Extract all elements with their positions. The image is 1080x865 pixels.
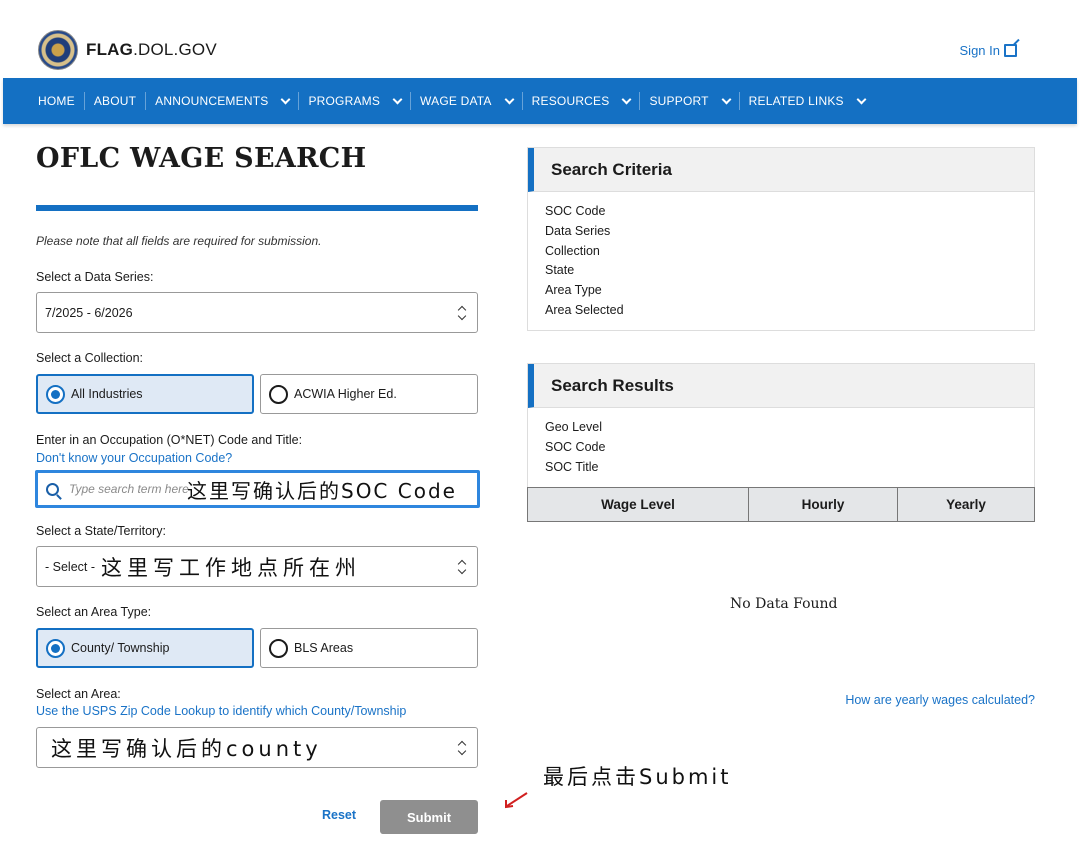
radio-label: All Industries	[71, 387, 143, 401]
search-results-panel: Search Results Geo Level SOC Code SOC Ti…	[527, 363, 1035, 487]
yearly-wages-link[interactable]: How are yearly wages calculated?	[845, 693, 1035, 707]
data-series-select[interactable]: 7/2025 - 6/2026	[36, 292, 478, 333]
search-icon	[46, 482, 59, 496]
state-value: - Select -	[45, 559, 96, 574]
criteria-item: Area Type	[545, 283, 602, 298]
chevron-down-icon	[280, 94, 291, 104]
select-arrows-icon	[458, 741, 466, 755]
collection-all-industries-radio[interactable]: All Industries	[36, 374, 254, 414]
criteria-item: Area Selected	[545, 302, 624, 317]
select-arrows-icon	[458, 560, 466, 574]
soc-annotation: 这里写确认后的SOC Code	[187, 478, 457, 503]
sign-in-link[interactable]: Sign In	[960, 43, 1017, 58]
search-criteria-title: Search Criteria	[528, 148, 1034, 192]
chevron-down-icon	[504, 94, 515, 104]
chevron-down-icon	[856, 94, 867, 104]
search-criteria-list: SOC Code Data Series Collection State Ar…	[528, 192, 1034, 321]
state-label: Select a State/Territory:	[36, 524, 166, 538]
occupation-search-box[interactable]: 这里写确认后的SOC Code	[35, 470, 480, 508]
nav-about[interactable]: ABOUT	[85, 92, 147, 110]
nav-label: ABOUT	[93, 94, 137, 108]
area-label: Select an Area:	[36, 687, 121, 701]
zip-lookup-link[interactable]: Use the USPS Zip Code Lookup to identify…	[36, 704, 406, 718]
data-series-label: Select a Data Series:	[36, 270, 154, 284]
nav-label: RESOURCES	[531, 94, 610, 108]
result-item: SOC Title	[545, 459, 599, 474]
submit-button[interactable]: Submit	[380, 800, 478, 834]
nav-programs[interactable]: PROGRAMS	[299, 92, 412, 110]
radio-label: County/ Township	[71, 641, 170, 655]
data-series-value: 7/2025 - 6/2026	[45, 305, 133, 320]
nav-label: PROGRAMS	[308, 94, 381, 108]
no-data-message: No Data Found	[730, 596, 838, 612]
occupation-search-input[interactable]	[69, 482, 189, 496]
criteria-item: State	[545, 263, 575, 278]
main-nav: HOME ABOUT ANNOUNCEMENTS PROGRAMS WAGE D…	[3, 78, 1077, 124]
collection-label: Select a Collection:	[36, 351, 144, 365]
collection-acwia-radio[interactable]: ACWIA Higher Ed.	[260, 374, 478, 414]
area-type-bls-radio[interactable]: BLS Areas	[260, 628, 478, 668]
radio-label: BLS Areas	[294, 641, 354, 655]
wage-table-header: Wage Level Hourly Yearly	[527, 487, 1035, 522]
nav-label: RELATED LINKS	[748, 94, 844, 108]
area-type-label: Select an Area Type:	[36, 605, 152, 619]
nav-label: SUPPORT	[649, 94, 709, 108]
radio-unchecked-icon	[269, 638, 288, 658]
chevron-down-icon	[392, 94, 403, 104]
nav-label: ANNOUNCEMENTS	[155, 94, 269, 108]
search-results-title: Search Results	[528, 364, 1034, 408]
sign-in-label: Sign In	[959, 43, 1000, 58]
column-header-yearly: Yearly	[946, 497, 986, 512]
nav-announcements[interactable]: ANNOUNCEMENTS	[146, 92, 300, 110]
result-item: SOC Code	[545, 439, 606, 454]
column-header-wage-level: Wage Level	[528, 488, 749, 521]
required-note: Please note that all fields are required…	[36, 234, 322, 248]
brand-bold: FLAG	[86, 40, 134, 59]
dol-seal-logo[interactable]	[38, 30, 78, 70]
county-annotation: 这里写确认后的county	[51, 736, 322, 761]
nav-resources[interactable]: RESOURCES	[523, 92, 641, 110]
nav-related-links[interactable]: RELATED LINKS	[740, 92, 874, 110]
state-annotation: 这里写工作地点所在州	[101, 555, 362, 580]
criteria-item: SOC Code	[545, 204, 606, 218]
site-brand[interactable]: FLAG.DOL.GOV	[86, 40, 217, 60]
annotation-arrow-icon	[505, 792, 528, 809]
external-link-icon	[1004, 44, 1017, 57]
radio-label: ACWIA Higher Ed.	[294, 387, 397, 401]
search-results-list: Geo Level SOC Code SOC Title	[528, 408, 1034, 477]
nav-wage-data[interactable]: WAGE DATA	[411, 92, 523, 110]
result-item: Geo Level	[545, 420, 602, 434]
occupation-label: Enter in an Occupation (O*NET) Code and …	[36, 433, 303, 447]
radio-unchecked-icon	[269, 384, 288, 404]
site-header: FLAG.DOL.GOV Sign In	[0, 0, 1080, 78]
state-select[interactable]: - Select - 这里写工作地点所在州	[36, 546, 478, 587]
nav-home[interactable]: HOME	[30, 92, 85, 110]
title-divider	[36, 205, 478, 211]
column-header-hourly: Hourly	[749, 488, 898, 521]
area-type-county-radio[interactable]: County/ Township	[36, 628, 254, 668]
area-select[interactable]: 这里写确认后的county	[36, 727, 478, 768]
criteria-item: Data Series	[545, 223, 611, 238]
brand-rest: .DOL.GOV	[133, 40, 217, 59]
submit-annotation: 最后点击Submit	[543, 765, 732, 789]
nav-label: HOME	[38, 94, 75, 108]
radio-checked-icon	[46, 384, 65, 404]
reset-button[interactable]: Reset	[322, 808, 356, 822]
nav-support[interactable]: SUPPORT	[640, 92, 740, 110]
criteria-item: Collection	[545, 243, 600, 258]
search-criteria-panel: Search Criteria SOC Code Data Series Col…	[527, 147, 1035, 331]
nav-label: WAGE DATA	[420, 94, 492, 108]
radio-checked-icon	[46, 638, 65, 658]
select-arrows-icon	[458, 306, 466, 320]
chevron-down-icon	[721, 94, 732, 104]
occupation-code-help-link[interactable]: Don't know your Occupation Code?	[36, 451, 232, 465]
chevron-down-icon	[622, 94, 632, 104]
page-title: OFLC WAGE SEARCH	[36, 143, 367, 174]
